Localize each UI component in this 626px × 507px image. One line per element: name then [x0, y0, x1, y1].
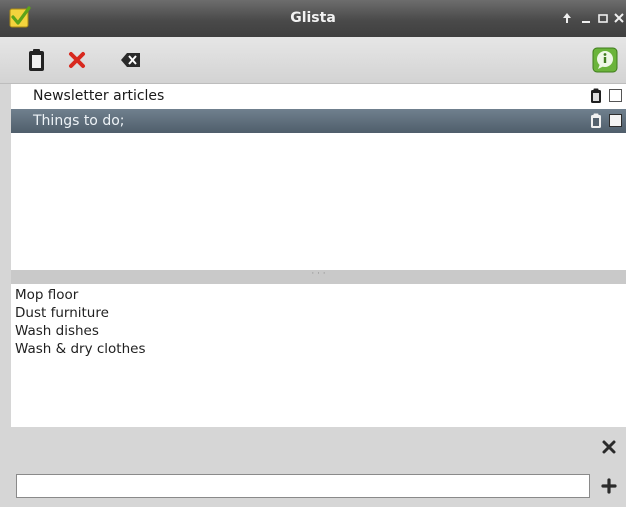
- info-icon: [592, 47, 618, 73]
- item-line: Wash dishes: [15, 323, 99, 339]
- list-row-newsletter[interactable]: Newsletter articles: [11, 84, 626, 108]
- maximize-icon[interactable]: [596, 11, 610, 25]
- list-row-things-to-do[interactable]: Things to do;: [11, 109, 626, 133]
- clear-button[interactable]: [117, 46, 145, 74]
- list-label: Things to do;: [33, 113, 125, 129]
- glista-window: Glista Newsletter articles Things to do;…: [0, 0, 626, 507]
- item-line: Dust furniture: [15, 305, 109, 321]
- new-item-input[interactable]: [16, 474, 590, 498]
- backspace-icon: [121, 53, 140, 67]
- clear-entry-x-icon[interactable]: [601, 439, 617, 455]
- clipboard-icon[interactable]: [590, 113, 602, 129]
- delete-button[interactable]: [63, 46, 91, 74]
- minimize-icon[interactable]: [579, 11, 593, 25]
- about-button[interactable]: [591, 46, 619, 74]
- clipboard-icon: [29, 49, 44, 71]
- toolbar: [0, 37, 626, 84]
- done-checkbox[interactable]: [609, 89, 622, 102]
- clipboard-icon[interactable]: [590, 88, 602, 104]
- add-plus-icon[interactable]: [601, 478, 617, 494]
- paste-button[interactable]: [23, 46, 51, 74]
- item-line: Mop floor: [15, 287, 79, 303]
- pane-splitter[interactable]: · · ·: [11, 270, 626, 284]
- items-text-area[interactable]: Mop floor Dust furniture Wash dishes Was…: [11, 284, 626, 427]
- red-x-icon: [69, 52, 85, 68]
- list-label: Newsletter articles: [33, 88, 165, 104]
- close-icon[interactable]: [612, 11, 626, 25]
- done-checkbox[interactable]: [609, 114, 622, 127]
- item-line: Wash & dry clothes: [15, 341, 146, 357]
- lists-panel: Newsletter articles Things to do;: [11, 84, 626, 270]
- title-bar[interactable]: Glista: [0, 0, 626, 37]
- window-title: Glista: [290, 10, 336, 26]
- arrow-up-icon[interactable]: [560, 11, 574, 25]
